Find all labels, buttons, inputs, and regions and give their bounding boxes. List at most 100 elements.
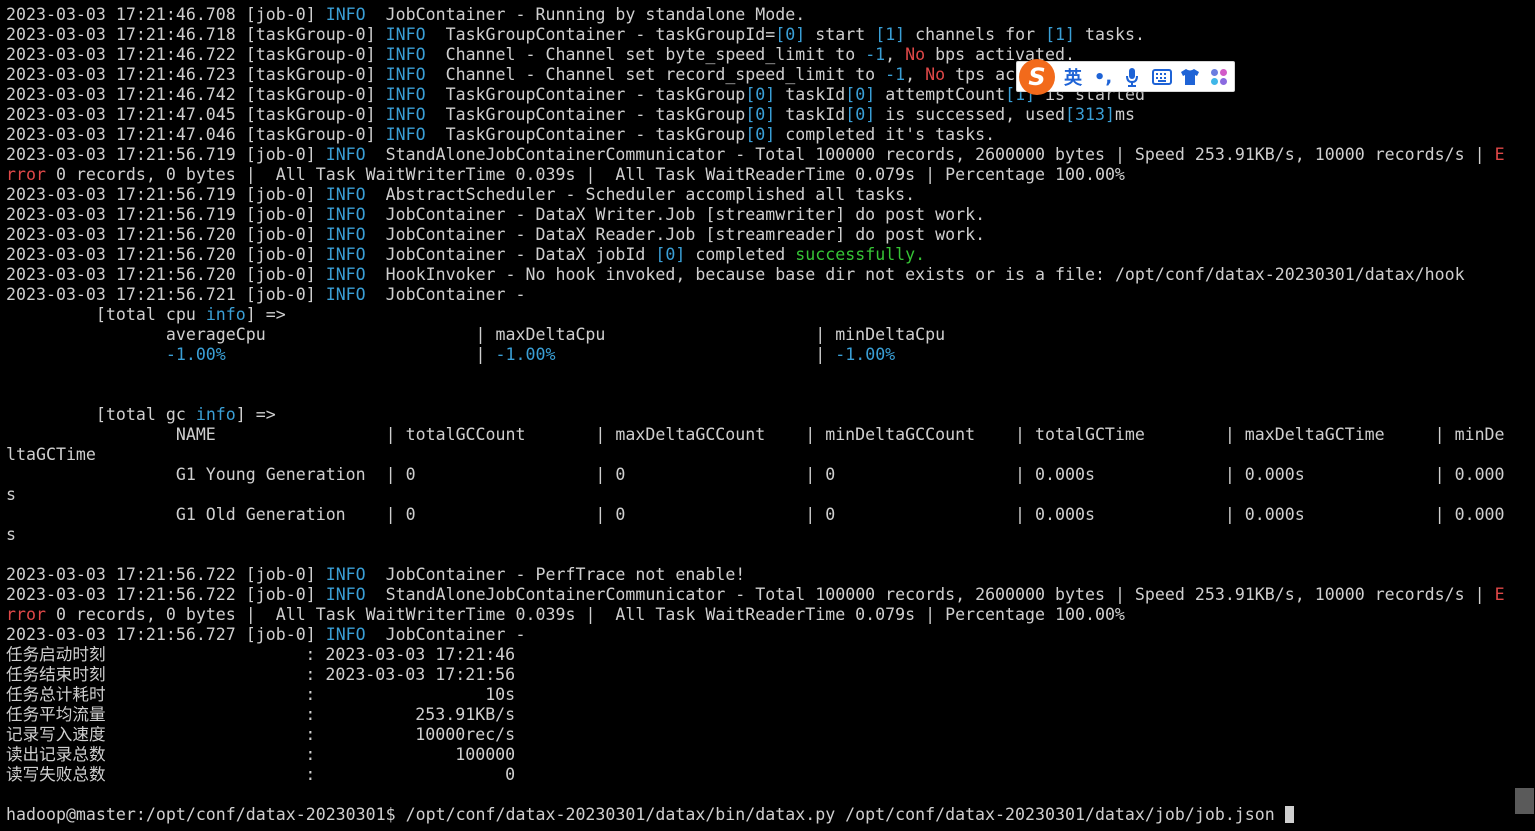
terminal-text: ] => bbox=[235, 405, 276, 424]
terminal-text: [1] bbox=[1045, 25, 1076, 44]
terminal-text: INFO bbox=[325, 625, 366, 644]
terminal-line: 2023-03-03 17:21:56.719 [job-0] INFO Sta… bbox=[6, 145, 1512, 165]
terminal-line: 2023-03-03 17:21:56.720 [job-0] INFO Job… bbox=[6, 245, 1512, 265]
scrollbar-thumb[interactable] bbox=[1515, 788, 1534, 814]
terminal-text: No bbox=[925, 65, 946, 84]
terminal-text: INFO bbox=[325, 185, 366, 204]
terminal-text: TaskGroupContainer - taskGroup bbox=[425, 105, 746, 124]
terminal-text: ms bbox=[1115, 105, 1135, 124]
terminal-line: hadoop@master:/opt/conf/datax-20230301$ … bbox=[6, 805, 1512, 825]
terminal-text: INFO bbox=[325, 245, 366, 264]
terminal-text: 2023-03-03 17:21:56.721 [job-0] bbox=[6, 285, 326, 304]
terminal-line: 2023-03-03 17:21:56.722 [job-0] INFO Sta… bbox=[6, 585, 1512, 605]
terminal-line: 2023-03-03 17:21:56.727 [job-0] INFO Job… bbox=[6, 625, 1512, 645]
terminal-text: [0] bbox=[845, 105, 876, 124]
terminal-text: | bbox=[225, 345, 496, 364]
terminal-window[interactable]: 2023-03-03 17:21:46.708 [job-0] INFO Job… bbox=[0, 0, 1514, 831]
terminal-line: s bbox=[6, 525, 1512, 545]
terminal-line: NAME | totalGCCount | maxDeltaGCCount | … bbox=[6, 425, 1512, 445]
terminal-text: [0] bbox=[745, 85, 776, 104]
terminal-text: INFO bbox=[385, 25, 426, 44]
terminal-line: 2023-03-03 17:21:46.718 [taskGroup-0] IN… bbox=[6, 25, 1512, 45]
terminal-text: JobContainer - bbox=[365, 285, 536, 304]
ime-language-toggle[interactable]: 英 bbox=[1061, 66, 1085, 89]
terminal-text: start bbox=[805, 25, 876, 44]
terminal-line: 2023-03-03 17:21:56.719 [job-0] INFO Abs… bbox=[6, 185, 1512, 205]
terminal-text: [total cpu bbox=[6, 305, 206, 324]
terminal-text: -1.00% bbox=[835, 345, 896, 364]
terminal-text: ] => bbox=[245, 305, 286, 324]
sogou-logo-icon[interactable]: S bbox=[1019, 59, 1055, 95]
terminal-text: 任务结束时刻 : 2023-03-03 17:21:56 bbox=[6, 665, 516, 684]
terminal-line: s bbox=[6, 485, 1512, 505]
terminal-line: rror 0 records, 0 bytes | All Task WaitW… bbox=[6, 165, 1512, 185]
terminal-text: Channel - Channel set record_speed_limit… bbox=[425, 65, 886, 84]
terminal-line: 2023-03-03 17:21:56.720 [job-0] INFO Hoo… bbox=[6, 265, 1512, 285]
terminal-text: taskId bbox=[775, 105, 846, 124]
terminal-text: [0] bbox=[745, 105, 776, 124]
terminal-text: completed bbox=[685, 245, 796, 264]
terminal-text: [total gc bbox=[6, 405, 196, 424]
terminal-text: [0] bbox=[775, 25, 806, 44]
terminal-text: 记录写入速度 : 10000rec/s bbox=[6, 725, 516, 744]
terminal-text: rror bbox=[6, 605, 46, 624]
terminal-text: info bbox=[205, 305, 246, 324]
terminal-text: -1.00% bbox=[495, 345, 556, 364]
terminal-text: 0 records, 0 bytes | All Task WaitWriter… bbox=[45, 605, 1125, 624]
terminal-text: JobContainer - DataX Reader.Job [streamr… bbox=[365, 225, 986, 244]
terminal-text: 读出记录总数 : 100000 bbox=[6, 745, 516, 764]
terminal-text: 任务总计耗时 : 10s bbox=[6, 685, 516, 704]
apps-grid-icon[interactable] bbox=[1207, 66, 1231, 88]
terminal-line: 2023-03-03 17:21:46.722 [taskGroup-0] IN… bbox=[6, 45, 1512, 65]
terminal-line: -1.00% | -1.00% | -1.00% bbox=[6, 345, 1512, 365]
terminal-line: 2023-03-03 17:21:56.719 [job-0] INFO Job… bbox=[6, 205, 1512, 225]
terminal-text: JobContainer - DataX jobId bbox=[365, 245, 656, 264]
terminal-text: AbstractScheduler - Scheduler accomplish… bbox=[365, 185, 916, 204]
ime-toolbar[interactable]: S 英 •, bbox=[1016, 59, 1235, 95]
terminal-line: 读写失败总数 : 0 bbox=[6, 765, 1512, 785]
terminal-text: | bbox=[555, 345, 836, 364]
terminal-line: G1 Young Generation | 0 | 0 | 0 | 0.000s… bbox=[6, 465, 1512, 485]
terminal-line: 2023-03-03 17:21:47.045 [taskGroup-0] IN… bbox=[6, 105, 1512, 125]
terminal-text: INFO bbox=[385, 65, 426, 84]
terminal-text: [0] bbox=[745, 125, 776, 144]
terminal-text: INFO bbox=[325, 225, 366, 244]
terminal-text: StandAloneJobContainerCommunicator - Tot… bbox=[365, 145, 1495, 164]
terminal-line: 2023-03-03 17:21:46.708 [job-0] INFO Job… bbox=[6, 5, 1512, 25]
terminal-text: NAME | totalGCCount | maxDeltaGCCount | … bbox=[6, 425, 1505, 444]
terminal-text: 2023-03-03 17:21:56.719 [job-0] bbox=[6, 145, 326, 164]
terminal-text: 任务平均流量 : 253.91KB/s bbox=[6, 705, 516, 724]
ime-punctuation-toggle[interactable]: •, bbox=[1091, 66, 1115, 88]
microphone-icon[interactable] bbox=[1120, 66, 1144, 88]
terminal-text: INFO bbox=[385, 85, 426, 104]
terminal-text: , bbox=[885, 45, 906, 64]
terminal-text: E bbox=[1494, 145, 1505, 164]
terminal-text: INFO bbox=[325, 285, 366, 304]
terminal-text: 2023-03-03 17:21:46.718 [taskGroup-0] bbox=[6, 25, 386, 44]
terminal-output: 2023-03-03 17:21:46.708 [job-0] INFO Job… bbox=[6, 5, 1512, 825]
terminal-line: 任务启动时刻 : 2023-03-03 17:21:46 bbox=[6, 645, 1512, 665]
terminal-text: tasks. bbox=[1075, 25, 1145, 44]
terminal-text: averageCpu | maxDeltaCpu | minDeltaCpu bbox=[6, 325, 946, 344]
terminal-text: JobContainer - Running by standalone Mod… bbox=[365, 5, 806, 24]
terminal-text: 读写失败总数 : 0 bbox=[6, 765, 516, 784]
terminal-text: 2023-03-03 17:21:56.720 [job-0] bbox=[6, 265, 326, 284]
terminal-text: INFO bbox=[385, 45, 426, 64]
scrollbar-track[interactable] bbox=[1514, 0, 1535, 831]
terminal-text: INFO bbox=[325, 205, 366, 224]
terminal-text: 2023-03-03 17:21:56.720 [job-0] bbox=[6, 225, 326, 244]
terminal-text: successfully. bbox=[795, 245, 926, 264]
terminal-text: -1 bbox=[885, 65, 906, 84]
terminal-text: taskId bbox=[775, 85, 846, 104]
terminal-text: -1.00% bbox=[6, 345, 226, 364]
terminal-text: 2023-03-03 17:21:56.722 [job-0] bbox=[6, 585, 326, 604]
keyboard-icon[interactable] bbox=[1149, 66, 1175, 88]
terminal-cursor bbox=[1284, 806, 1294, 823]
tshirt-skin-icon[interactable] bbox=[1178, 66, 1202, 88]
terminal-line: ltaGCTime bbox=[6, 445, 1512, 465]
terminal-text: 2023-03-03 17:21:47.045 [taskGroup-0] bbox=[6, 105, 386, 124]
terminal-text: 2023-03-03 17:21:56.719 [job-0] bbox=[6, 185, 326, 204]
